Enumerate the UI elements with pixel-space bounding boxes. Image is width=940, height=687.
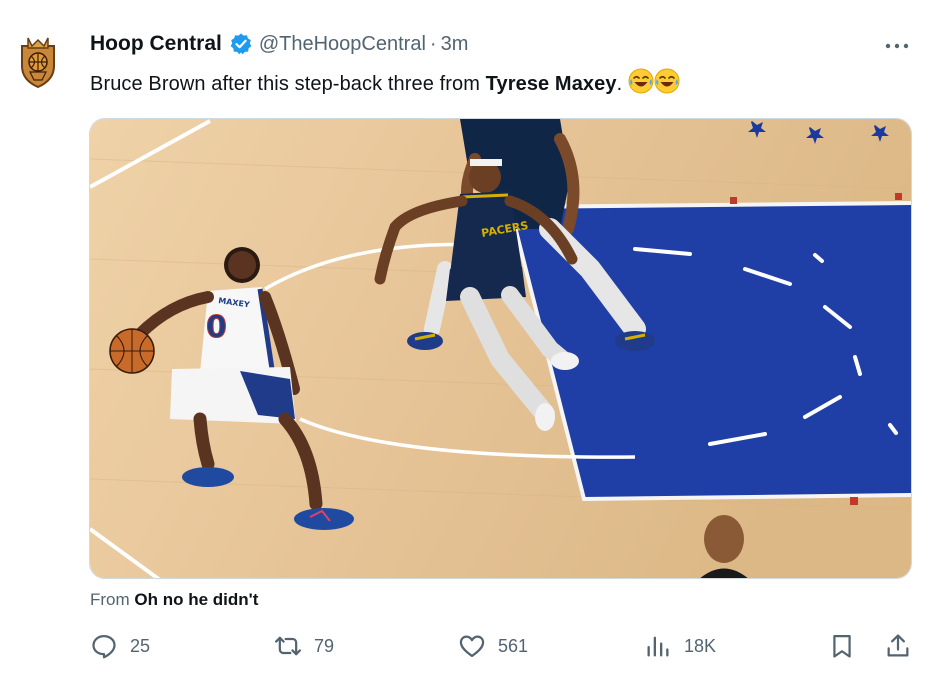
more-options-icon[interactable] bbox=[882, 36, 912, 56]
source-link[interactable]: Oh no he didn't bbox=[134, 590, 258, 609]
bookmark-icon bbox=[833, 634, 851, 658]
tweet-text-suffix: . bbox=[616, 73, 623, 95]
laughing-emoji-icon bbox=[654, 68, 680, 100]
source-prefix: From bbox=[90, 590, 135, 609]
share-icon bbox=[887, 634, 909, 657]
verified-badge-icon bbox=[230, 33, 252, 55]
author-name[interactable]: Hoop Central bbox=[90, 32, 222, 56]
heart-icon bbox=[459, 635, 485, 658]
laughing-emoji-icon bbox=[628, 68, 654, 100]
views-button[interactable]: 18K bbox=[644, 632, 716, 660]
action-bar: 25 79 561 18K bbox=[0, 632, 940, 668]
mentioned-player: Tyrese Maxey bbox=[485, 73, 617, 95]
like-button[interactable]: 561 bbox=[458, 632, 528, 660]
author-handle[interactable]: @TheHoopCentral bbox=[259, 33, 426, 56]
basketball-scene-image: PACERS MAXEY 0 bbox=[90, 119, 911, 578]
reply-button[interactable]: 25 bbox=[90, 632, 150, 660]
avatar[interactable] bbox=[18, 36, 58, 89]
tweet: Hoop Central @TheHoopCentral · 3m Bruce … bbox=[0, 0, 940, 687]
tweet-text-prefix: Bruce Brown after this step-back three f… bbox=[90, 73, 486, 95]
separator-dot: · bbox=[429, 32, 437, 55]
tweet-header: Hoop Central @TheHoopCentral · 3m bbox=[90, 32, 468, 56]
share-button[interactable] bbox=[884, 632, 912, 660]
view-count: 18K bbox=[684, 635, 717, 656]
tweet-text: Bruce Brown after this step-back three f… bbox=[90, 68, 680, 100]
retweet-icon bbox=[274, 636, 302, 656]
timestamp[interactable]: 3m bbox=[441, 33, 469, 56]
retweet-count: 79 bbox=[314, 635, 335, 656]
views-chart-icon bbox=[647, 636, 669, 657]
tweet-media-video[interactable]: PACERS MAXEY 0 bbox=[89, 118, 912, 579]
reply-icon bbox=[92, 634, 116, 659]
retweet-button[interactable]: 79 bbox=[274, 632, 334, 660]
like-count: 561 bbox=[498, 635, 529, 656]
hoop-central-logo bbox=[21, 37, 55, 89]
video-source: From Oh no he didn't bbox=[90, 590, 258, 610]
bookmark-button[interactable] bbox=[828, 632, 856, 660]
jersey-number-text: 0 bbox=[206, 310, 227, 345]
reply-count: 25 bbox=[130, 635, 151, 656]
